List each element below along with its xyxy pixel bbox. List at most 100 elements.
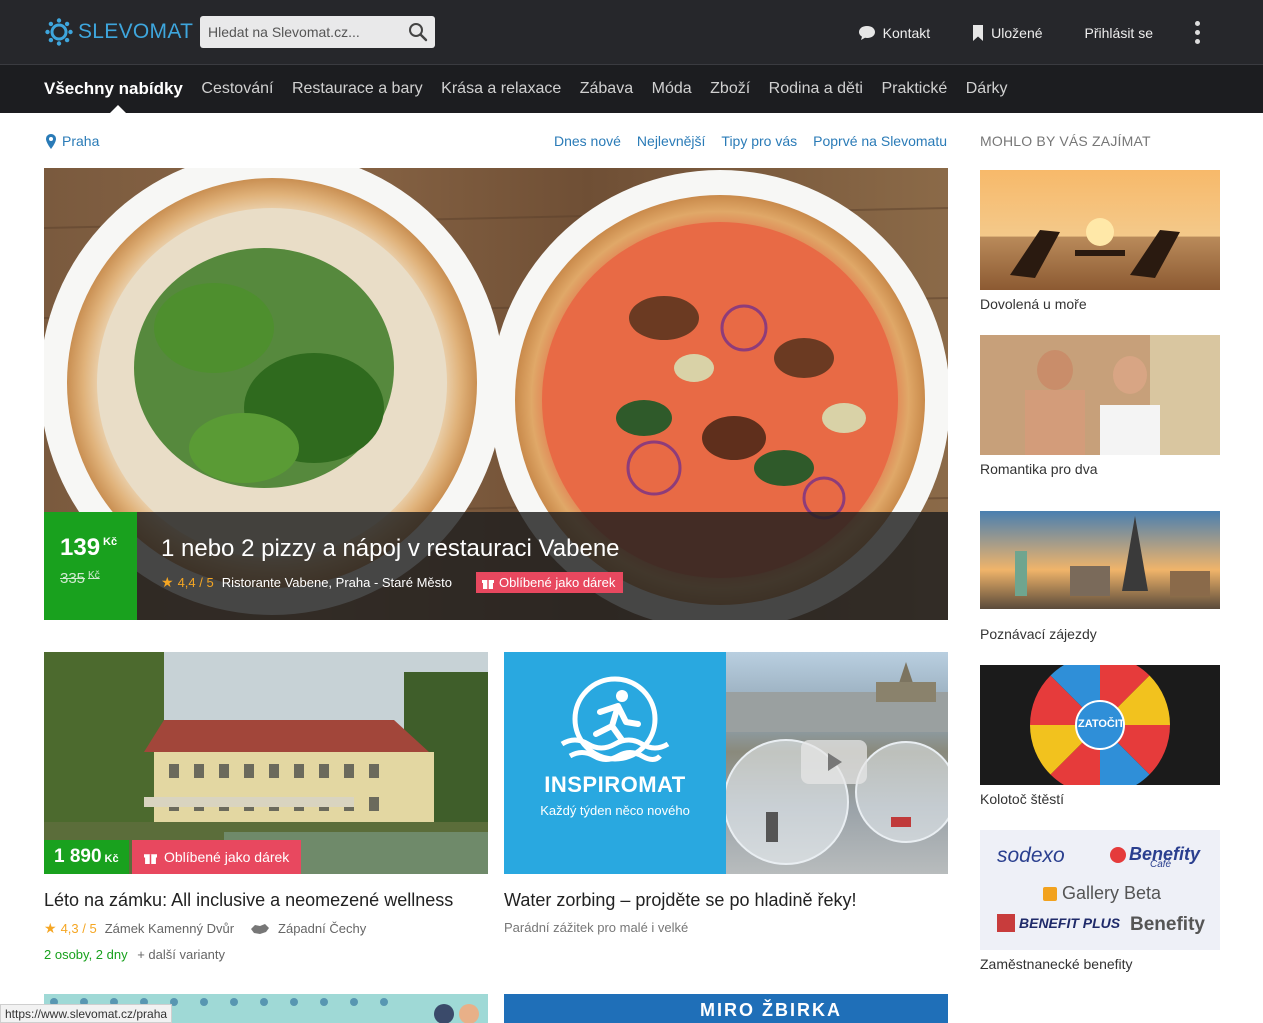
contact-link[interactable]: Kontakt xyxy=(858,25,930,41)
logo-gear-icon xyxy=(45,18,73,46)
bookmark-icon xyxy=(973,24,984,41)
hero-gift-badge[interactable]: Oblíbené jako dárek xyxy=(475,572,624,593)
gallery-beta-logo: Gallery Beta xyxy=(1043,883,1161,904)
nav-item-gifts[interactable]: Dárky xyxy=(966,65,1008,113)
benefit-plus-logo: BENEFIT PLUS xyxy=(997,914,1120,932)
castle-title[interactable]: Léto na zámku: All inclusive a neomezené… xyxy=(44,890,488,911)
concert-banner-text: MIRO ŽBIRKA xyxy=(700,1000,842,1020)
hero-place: Ristorante Vabene, Praha - Staré Město xyxy=(221,575,452,590)
sidebar-item-romance[interactable]: Romantika pro dva xyxy=(980,335,1220,477)
deal-card-castle[interactable]: 1 890 Kč Oblíbené jako dárek Léto na zámk… xyxy=(44,652,488,962)
star-icon: ★ xyxy=(44,920,57,936)
search-icon[interactable] xyxy=(407,21,429,43)
castle-price: 1 890 Kč xyxy=(44,840,129,874)
sightseeing-image xyxy=(980,511,1220,609)
search-input[interactable] xyxy=(200,17,395,47)
login-link[interactable]: Přihlásit se xyxy=(1085,25,1153,41)
wheel-spin-label: ZATOČIT xyxy=(1078,718,1125,730)
gift-icon xyxy=(481,579,494,589)
beach-photo xyxy=(980,170,1220,290)
hero-gift-label: Oblíbené jako dárek xyxy=(498,575,616,590)
nav-item-family[interactable]: Rodina a děti xyxy=(769,65,863,113)
browser-status-url: https://www.slevomat.cz/praha xyxy=(0,1004,173,1023)
gift-icon xyxy=(144,853,157,864)
romance-image xyxy=(980,335,1220,455)
nav-item-entertainment[interactable]: Zábava xyxy=(580,65,633,113)
hero-old-price-currency: Kč xyxy=(88,570,100,581)
filter-cheapest[interactable]: Nejlevnější xyxy=(637,133,705,149)
castle-variant[interactable]: 2 osoby, 2 dny xyxy=(44,947,128,962)
hero-meta: ★ 4,4 / 5 Ristorante Vabene, Praha - Sta… xyxy=(161,572,624,593)
nav-item-restaurants[interactable]: Restaurace a bary xyxy=(292,65,423,113)
search-box xyxy=(200,16,435,48)
filter-tips[interactable]: Tipy pro vás xyxy=(721,133,797,149)
zorbing-title[interactable]: Water zorbing – projděte se po hladině ř… xyxy=(504,890,948,911)
benefity-logo: Benefity xyxy=(1130,914,1205,935)
nav-item-fashion[interactable]: Móda xyxy=(652,65,692,113)
nav-item-travel[interactable]: Cestování xyxy=(201,65,273,113)
sidebar-item-sightseeing[interactable]: Poznávací zájezdy xyxy=(980,511,1220,642)
play-icon xyxy=(828,753,842,771)
hero-info-bar xyxy=(44,512,948,620)
nav-item-beauty[interactable]: Krása a relaxace xyxy=(441,65,561,113)
category-list: Všechny nabídky Cestování Restaurace a b… xyxy=(44,65,1026,113)
sidebar-item-beach-holiday[interactable]: Dovolená u moře xyxy=(980,170,1220,312)
map-pin-icon xyxy=(46,133,56,149)
running-person-icon xyxy=(560,676,670,762)
sidebar-item-wheel-of-fortune[interactable]: ZATOČIT Kolotoč štěstí xyxy=(980,665,1220,807)
sidebar-item-employee-benefits[interactable]: sodexo Benefity Café Gallery Beta BENEFI… xyxy=(980,830,1220,972)
sidebar-label-wheel: Kolotoč štěstí xyxy=(980,791,1065,807)
hero-title[interactable]: 1 nebo 2 pizzy a nápoj v restauraci Vabe… xyxy=(161,535,620,563)
hero-price-currency: Kč xyxy=(103,536,118,548)
filter-tabs: Dnes nové Nejlevnější Tipy pro vás Poprv… xyxy=(554,133,947,149)
castle-place: Zámek Kamenný Dvůr xyxy=(104,921,235,936)
castle-gift-badge[interactable]: Oblíbené jako dárek xyxy=(132,840,302,874)
play-video-button[interactable] xyxy=(801,740,867,784)
castle-image[interactable]: 1 890 Kč Oblíbené jako dárek xyxy=(44,652,488,874)
sightseeing-photo xyxy=(980,511,1220,609)
castle-more-variants[interactable]: + další varianty xyxy=(137,947,225,962)
saved-label: Uložené xyxy=(991,24,1043,41)
castle-price-currency: Kč xyxy=(104,853,119,865)
castle-variants: 2 osoby, 2 dny + další varianty xyxy=(44,947,488,962)
filter-first-time[interactable]: Poprvé na Slevomatu xyxy=(813,133,947,149)
location-selector[interactable]: Praha xyxy=(46,133,99,149)
location-label: Praha xyxy=(62,133,100,149)
next-card-image-right[interactable]: MIRO ŽBIRKA xyxy=(504,994,948,1023)
hero-deal[interactable]: 139 Kč 335 Kč 1 nebo 2 pizzy a nápoj v res… xyxy=(44,168,948,620)
slevomat-logo[interactable]: SLEVOMAT xyxy=(44,17,193,47)
hero-rating: 4,4 / 5 xyxy=(177,575,214,590)
cafe-sub-label: Café xyxy=(1150,859,1172,870)
inspiromat-banner[interactable]: INSPIROMAT Každý týden něco nového xyxy=(504,652,948,874)
filter-today-new[interactable]: Dnes nové xyxy=(554,133,621,149)
saved-link[interactable]: Uložené xyxy=(972,24,1043,42)
inspiromat-panel: INSPIROMAT Každý týden něco nového xyxy=(504,652,726,874)
sidebar-label-benefits: Zaměstnanecké benefity xyxy=(980,956,1133,972)
wheel-image: ZATOČIT xyxy=(980,665,1220,785)
top-header: SLEVOMAT Kontakt Uložené Přihlásit se xyxy=(0,0,1263,65)
deal-card-zorbing[interactable]: INSPIROMAT Každý týden něco nového Water… xyxy=(504,652,948,935)
chat-bubble-icon xyxy=(858,25,875,40)
hero-old-price: 335 Kč xyxy=(60,570,100,587)
zorbing-subtitle: Parádní zážitek pro malé i velké xyxy=(504,920,689,935)
castle-rating: 4,3 / 5 xyxy=(60,921,97,936)
more-menu-icon[interactable] xyxy=(1195,21,1201,44)
nav-item-practical[interactable]: Praktické xyxy=(881,65,947,113)
sidebar-label-sightseeing: Poznávací zájezdy xyxy=(980,626,1097,642)
star-icon: ★ xyxy=(161,574,174,590)
nav-item-goods[interactable]: Zboží xyxy=(710,65,750,113)
category-nav: Všechny nabídky Cestování Restaurace a b… xyxy=(0,65,1263,113)
romance-photo xyxy=(980,335,1220,455)
castle-meta: ★ 4,3 / 5 Zámek Kamenný Dvůr Západní Čec… xyxy=(44,920,488,937)
castle-region: Západní Čechy xyxy=(278,921,367,936)
inspiromat-subtitle: Každý týden něco nového xyxy=(540,803,690,818)
benefits-logos: sodexo Benefity Café Gallery Beta BENEFI… xyxy=(980,830,1220,950)
beach-image xyxy=(980,170,1220,290)
nav-item-all-offers[interactable]: Všechny nabídky xyxy=(44,65,183,113)
login-label: Přihlásit se xyxy=(1084,24,1153,41)
sodexo-logo: sodexo xyxy=(997,844,1065,867)
logo-text: SLEVOMAT xyxy=(78,20,194,43)
region-map-icon xyxy=(251,923,270,934)
castle-gift-label: Oblíbené jako dárek xyxy=(164,849,290,865)
hero-price-box: 139 Kč 335 Kč xyxy=(44,512,137,620)
